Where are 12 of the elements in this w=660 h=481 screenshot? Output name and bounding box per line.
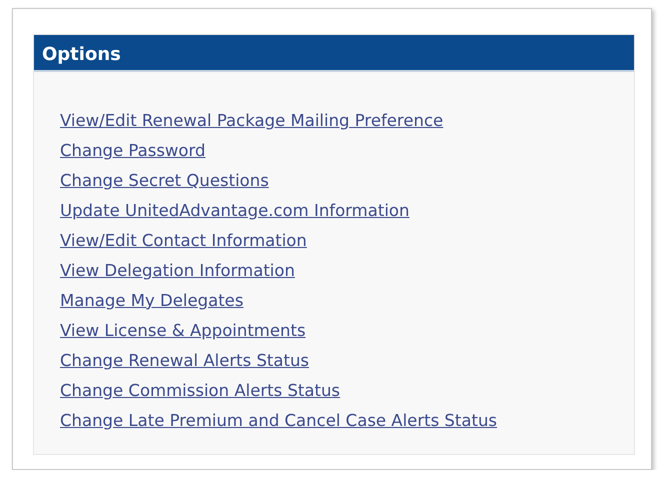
option-link[interactable]: View/Edit Contact Information [60, 230, 307, 253]
option-link[interactable]: Manage My Delegates [60, 290, 244, 312]
option-link[interactable]: Change Secret Questions [60, 170, 269, 193]
option-link[interactable]: View Delegation Information [60, 260, 295, 283]
option-link[interactable]: View/Edit Renewal Package Mailing Preference [60, 110, 444, 133]
option-link[interactable]: Change Commission Alerts Status [60, 380, 340, 402]
option-link[interactable]: Change Password [60, 140, 206, 163]
panel-header: Options [34, 35, 634, 72]
option-link[interactable]: View License & Appointments [60, 320, 306, 342]
option-link[interactable]: Change Late Premium and Cancel Case Alerts Status [60, 410, 498, 432]
option-link[interactable]: Update UnitedAdvantage.com Information [60, 200, 410, 223]
option-link[interactable]: Change Renewal Alerts Status [60, 350, 310, 372]
